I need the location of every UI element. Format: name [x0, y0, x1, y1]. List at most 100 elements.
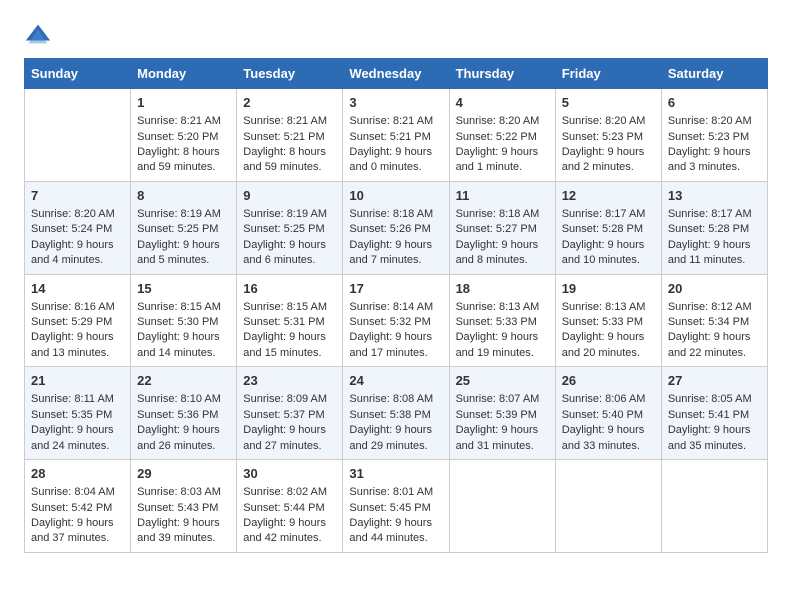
calendar-cell: 25Sunrise: 8:07 AMSunset: 5:39 PMDayligh…	[449, 367, 555, 460]
day-number: 12	[562, 187, 655, 205]
sunrise-text: Sunrise: 8:13 AM	[456, 300, 549, 315]
week-row-2: 7Sunrise: 8:20 AMSunset: 5:24 PMDaylight…	[25, 181, 768, 274]
week-row-3: 14Sunrise: 8:16 AMSunset: 5:29 PMDayligh…	[25, 274, 768, 367]
sunrise-text: Sunrise: 8:15 AM	[243, 300, 336, 315]
calendar-cell: 11 Sunrise: 8:18 AMSunset: 5:27 PMDayligh…	[449, 181, 555, 274]
sunrise-text: Sunrise: 8:21 AM	[243, 114, 336, 129]
calendar-cell: 12Sunrise: 8:17 AMSunset: 5:28 PMDayligh…	[555, 181, 661, 274]
day-number: 30	[243, 465, 336, 483]
sunset-text: Sunset: 5:29 PM	[31, 315, 124, 330]
day-number: 5	[562, 94, 655, 112]
daylight-text: Daylight: 9 hours and 5 minutes.	[137, 238, 230, 269]
calendar-cell: 4Sunrise: 8:20 AMSunset: 5:22 PMDaylight…	[449, 89, 555, 182]
sunset-text: Sunset: 5:43 PM	[137, 501, 230, 516]
sunset-text: Sunset: 5:32 PM	[349, 315, 442, 330]
calendar-cell	[25, 89, 131, 182]
calendar-cell: 20Sunrise: 8:12 AMSunset: 5:34 PMDayligh…	[661, 274, 767, 367]
day-number: 13	[668, 187, 761, 205]
daylight-text: Daylight: 9 hours and 20 minutes.	[562, 330, 655, 361]
day-number: 21	[31, 372, 124, 390]
sunrise-text: Sunrise: 8:19 AM	[243, 207, 336, 222]
day-number: 14	[31, 280, 124, 298]
week-row-1: 1Sunrise: 8:21 AMSunset: 5:20 PMDaylight…	[25, 89, 768, 182]
calendar-cell: 15 Sunrise: 8:15 AMSunset: 5:30 PMDayligh…	[131, 274, 237, 367]
day-number: 31	[349, 465, 442, 483]
sunrise-text: Sunrise: 8:04 AM	[31, 485, 124, 500]
calendar-cell: 30Sunrise: 8:02 AMSunset: 5:44 PMDayligh…	[237, 460, 343, 553]
weekday-header-sunday: Sunday	[25, 59, 131, 89]
sunrise-text: Sunrise: 8:15 AM	[137, 300, 230, 315]
sunrise-text: Sunrise: 8:20 AM	[668, 114, 761, 129]
weekday-header-saturday: Saturday	[661, 59, 767, 89]
day-number: 28	[31, 465, 124, 483]
sunrise-text: Sunrise: 8:20 AM	[31, 207, 124, 222]
sunrise-text: Sunrise: 8:18 AM	[349, 207, 442, 222]
calendar-cell: 3Sunrise: 8:21 AMSunset: 5:21 PMDaylight…	[343, 89, 449, 182]
calendar-cell: 13Sunrise: 8:17 AMSunset: 5:28 PMDayligh…	[661, 181, 767, 274]
daylight-text: Daylight: 9 hours and 42 minutes.	[243, 516, 336, 547]
calendar-cell: 27Sunrise: 8:05 AMSunset: 5:41 PMDayligh…	[661, 367, 767, 460]
weekday-header-tuesday: Tuesday	[237, 59, 343, 89]
sunrise-text: Sunrise: 8:03 AM	[137, 485, 230, 500]
sunrise-text: Sunrise: 8:08 AM	[349, 392, 442, 407]
sunrise-text: Sunrise: 8:12 AM	[668, 300, 761, 315]
sunset-text: Sunset: 5:24 PM	[31, 222, 124, 237]
daylight-text: Daylight: 9 hours and 19 minutes.	[456, 330, 549, 361]
day-number: 1	[137, 94, 230, 112]
sunset-text: Sunset: 5:30 PM	[137, 315, 230, 330]
daylight-text: Daylight: 9 hours and 8 minutes.	[456, 238, 549, 269]
weekday-header-monday: Monday	[131, 59, 237, 89]
day-number: 11	[456, 187, 549, 205]
daylight-text: Daylight: 9 hours and 13 minutes.	[31, 330, 124, 361]
sunset-text: Sunset: 5:27 PM	[456, 222, 549, 237]
calendar-cell: 2Sunrise: 8:21 AMSunset: 5:21 PMDaylight…	[237, 89, 343, 182]
sunrise-text: Sunrise: 8:21 AM	[137, 114, 230, 129]
calendar-cell	[555, 460, 661, 553]
daylight-text: Daylight: 9 hours and 14 minutes.	[137, 330, 230, 361]
daylight-text: Daylight: 9 hours and 4 minutes.	[31, 238, 124, 269]
sunset-text: Sunset: 5:21 PM	[349, 130, 442, 145]
sunset-text: Sunset: 5:36 PM	[137, 408, 230, 423]
day-number: 18	[456, 280, 549, 298]
day-number: 15	[137, 280, 230, 298]
sunset-text: Sunset: 5:28 PM	[668, 222, 761, 237]
calendar-cell: 17Sunrise: 8:14 AMSunset: 5:32 PMDayligh…	[343, 274, 449, 367]
sunset-text: Sunset: 5:25 PM	[243, 222, 336, 237]
sunrise-text: Sunrise: 8:18 AM	[456, 207, 549, 222]
sunset-text: Sunset: 5:26 PM	[349, 222, 442, 237]
day-number: 20	[668, 280, 761, 298]
daylight-text: Daylight: 9 hours and 33 minutes.	[562, 423, 655, 454]
sunset-text: Sunset: 5:44 PM	[243, 501, 336, 516]
logo-icon	[24, 20, 52, 48]
calendar-cell: 22Sunrise: 8:10 AMSunset: 5:36 PMDayligh…	[131, 367, 237, 460]
header-row: SundayMondayTuesdayWednesdayThursdayFrid…	[25, 59, 768, 89]
day-number: 24	[349, 372, 442, 390]
weekday-header-wednesday: Wednesday	[343, 59, 449, 89]
calendar-cell: 10Sunrise: 8:18 AMSunset: 5:26 PMDayligh…	[343, 181, 449, 274]
logo	[24, 20, 56, 48]
calendar-table: SundayMondayTuesdayWednesdayThursdayFrid…	[24, 58, 768, 553]
sunset-text: Sunset: 5:20 PM	[137, 130, 230, 145]
calendar-cell	[661, 460, 767, 553]
calendar-cell: 14 Sunrise: 8:16 AMSunset: 5:29 PMDayligh…	[25, 274, 131, 367]
calendar-cell: 24Sunrise: 8:08 AMSunset: 5:38 PMDayligh…	[343, 367, 449, 460]
daylight-text: Daylight: 9 hours and 39 minutes.	[137, 516, 230, 547]
sunrise-text: Sunrise: 8:06 AM	[562, 392, 655, 407]
calendar-cell: 18Sunrise: 8:13 AMSunset: 5:33 PMDayligh…	[449, 274, 555, 367]
calendar-cell: 19Sunrise: 8:13 AMSunset: 5:33 PMDayligh…	[555, 274, 661, 367]
day-number: 17	[349, 280, 442, 298]
sunrise-text: Sunrise: 8:07 AM	[456, 392, 549, 407]
daylight-text: Daylight: 9 hours and 29 minutes.	[349, 423, 442, 454]
daylight-text: Daylight: 9 hours and 17 minutes.	[349, 330, 442, 361]
sunset-text: Sunset: 5:22 PM	[456, 130, 549, 145]
day-number: 9	[243, 187, 336, 205]
daylight-text: Daylight: 9 hours and 1 minute.	[456, 145, 549, 176]
sunset-text: Sunset: 5:31 PM	[243, 315, 336, 330]
sunset-text: Sunset: 5:25 PM	[137, 222, 230, 237]
sunrise-text: Sunrise: 8:16 AM	[31, 300, 124, 315]
calendar-cell: 6Sunrise: 8:20 AMSunset: 5:23 PMDaylight…	[661, 89, 767, 182]
day-number: 23	[243, 372, 336, 390]
sunset-text: Sunset: 5:21 PM	[243, 130, 336, 145]
daylight-text: Daylight: 9 hours and 6 minutes.	[243, 238, 336, 269]
day-number: 25	[456, 372, 549, 390]
